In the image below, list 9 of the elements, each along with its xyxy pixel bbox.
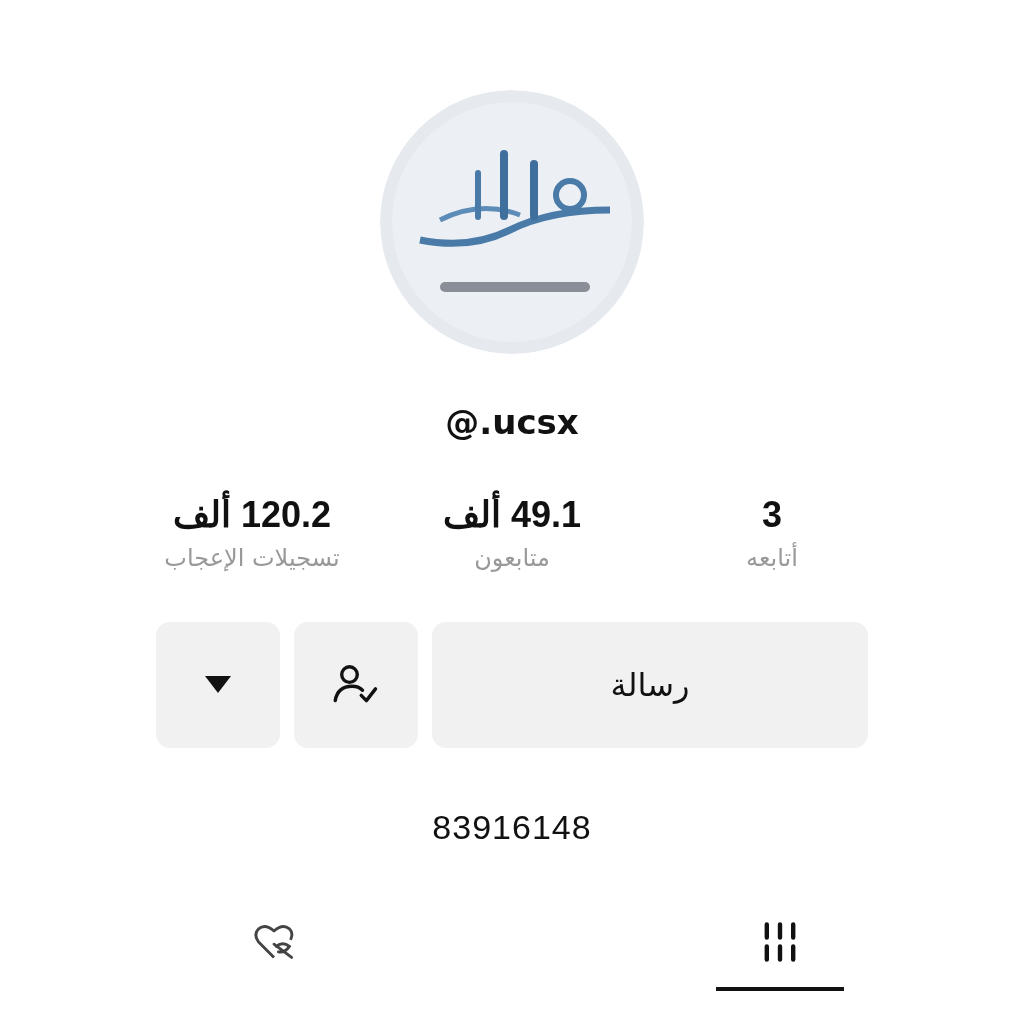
- stat-label: متابعون: [474, 544, 550, 572]
- caret-icon: [205, 676, 231, 694]
- stat-label: تسجيلات الإعجاب: [164, 544, 340, 572]
- stat-value: 3: [762, 494, 782, 536]
- message-button[interactable]: رسالة: [432, 622, 868, 748]
- stat-label: أتابعه: [746, 544, 798, 572]
- following-button[interactable]: [294, 622, 418, 748]
- bio-text: 83916148: [432, 808, 592, 847]
- username: @.ucsx: [445, 402, 579, 442]
